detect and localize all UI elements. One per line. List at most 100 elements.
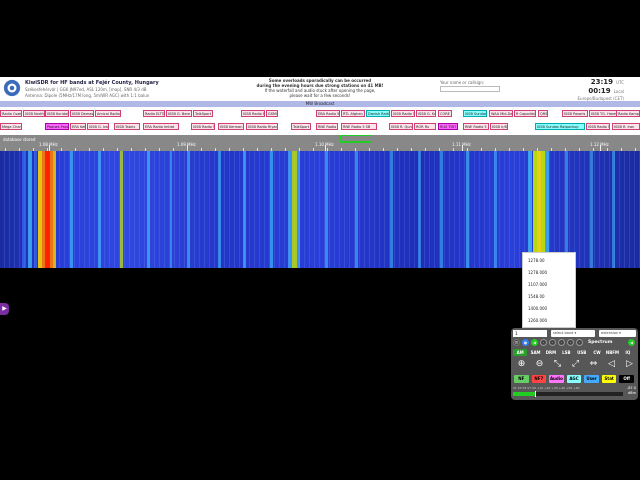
dx-label[interactable]: Danish Radio [366, 110, 390, 117]
dx-label[interactable]: ISSB R. Iran [612, 123, 640, 130]
freq-history-item[interactable]: 1278.00 [528, 258, 545, 263]
zoom-out-icon[interactable]: ⊖ [534, 359, 545, 370]
dx-label[interactable]: EBA Radio 5 [316, 110, 340, 117]
dx-label[interactable]: TalkSport [291, 123, 311, 130]
step-5-icon[interactable]: - [576, 339, 583, 346]
dx-label[interactable]: ISSB Radio 5 [191, 123, 215, 130]
page-left-icon[interactable]: ◁ [606, 359, 617, 370]
dx-label[interactable]: RNE Radio 5 SB [341, 123, 377, 130]
zoom-min-icon[interactable]: ⤢ [570, 359, 581, 370]
dx-label[interactable]: Radio Csaky [0, 110, 22, 117]
off-button[interactable]: Off [619, 375, 634, 383]
agc-button[interactable]: AGC [566, 375, 582, 383]
freq-history-item[interactable]: 1107.000 [528, 282, 547, 287]
dx-label[interactable]: ISSB Pasaris [562, 110, 588, 117]
dx-label[interactable]: RNE Radio 5 [463, 123, 489, 130]
page-right-icon[interactable]: ▷ [624, 359, 635, 370]
step-4-icon[interactable]: - [567, 339, 574, 346]
dx-label[interactable]: ERA Ket [70, 123, 86, 130]
dx-label[interactable]: ISSB G. Iran [87, 123, 109, 130]
mode-drm-button[interactable]: DRM [544, 349, 558, 356]
scale-tabs[interactable]: database stored [3, 137, 35, 142]
waterfall-signal [466, 151, 469, 268]
dx-label[interactable]: ISSB G. Kuwait [416, 110, 436, 117]
dx-label[interactable]: RTL Afghan [341, 110, 365, 117]
dx-label[interactable]: ISSB North [23, 110, 45, 117]
dx-label[interactable]: ISSB Ir/8 [490, 123, 508, 130]
dx-label[interactable]: Paques Paxos [45, 123, 69, 130]
play-icon: ▶ [2, 305, 7, 312]
zoom-band-icon[interactable]: ⇔ [588, 359, 599, 370]
mode-am-button[interactable]: AM [513, 349, 528, 356]
waterfall-signal [528, 151, 532, 268]
dx-label[interactable]: ISSB Radio 5 [391, 110, 415, 117]
step-down-icon[interactable]: ◀ [531, 339, 538, 346]
mode-iq-button[interactable]: IQ [621, 349, 635, 356]
waterfall-signal [612, 151, 615, 268]
dx-label-area: Radio Csaky ISSB North ISSB Kuridal ISSB De… [0, 107, 640, 135]
scale-freq-label: 1.12 MHz [590, 142, 609, 147]
dx-label[interactable]: Amical Radio [95, 110, 121, 117]
waterfall-signal [22, 151, 26, 268]
dx-label[interactable]: ISSB Radio Riyadh [246, 123, 278, 130]
step-2-icon[interactable]: - [549, 339, 556, 346]
mode-usb-button[interactable]: USB [575, 349, 589, 356]
step-3-icon[interactable]: - [558, 339, 565, 346]
band-select[interactable]: select band ▾ [551, 330, 595, 337]
stat-button[interactable]: Stat [601, 375, 617, 383]
speaker-icon[interactable]: ◀ [628, 339, 635, 346]
mode-nbfm-button[interactable]: NBFM [605, 349, 619, 356]
freq-history-item[interactable]: 1278.000 [528, 270, 547, 275]
dx-label[interactable]: ISSB TG. Hares [589, 110, 617, 117]
smeter-scale: S1 S3 S5 S7 S9 +10 +20 +30 +40 +50 +60 [513, 386, 580, 390]
dx-label[interactable]: WAA Mid-De [489, 110, 513, 117]
dx-label[interactable]: ISSB Radio N [241, 110, 265, 117]
dx-label[interactable]: ISSB G. Bere [166, 110, 192, 117]
control-panel: 1 select band ▾ extension ▾ ≡ ● ◀ - - - … [511, 328, 638, 400]
callsign-input[interactable] [440, 86, 500, 92]
kiwi-logo-icon[interactable] [3, 79, 21, 97]
dx-label[interactable]: ISSB Tabriz [114, 123, 140, 130]
mode-lsb-button[interactable]: LSB [559, 349, 573, 356]
dx-label[interactable]: ISSB Sundas Ratpackup [535, 123, 585, 130]
tune-icon[interactable]: ● [522, 339, 529, 346]
user-button[interactable]: User [584, 375, 599, 383]
dx-label[interactable]: ISSB Kerman [218, 123, 244, 130]
dx-label[interactable]: TalkSport [193, 110, 213, 117]
waterfall-display[interactable] [0, 151, 640, 268]
dx-label[interactable]: ISSB R. Quran [389, 123, 413, 130]
zoom-max-icon[interactable]: ⤡ [552, 359, 563, 370]
nf-button[interactable]: NF [514, 375, 529, 383]
dx-label[interactable]: R Capodistria [514, 110, 536, 117]
dx-label[interactable]: ROR Ru [414, 123, 436, 130]
nf7-button[interactable]: NF7 [531, 375, 547, 383]
freq-history-item[interactable]: 1260.000 [528, 318, 547, 323]
dx-label[interactable]: Radio Kamp [616, 110, 640, 117]
frequency-scale[interactable]: database stored 1.08 MHz 1.09 MHz 1.10 MHz… [0, 135, 640, 151]
audio-button[interactable]: Audio [549, 375, 564, 383]
side-panel-button[interactable]: ▶ [0, 303, 9, 315]
freq-history-item[interactable]: 1400.000 [528, 306, 547, 311]
mode-sam-button[interactable]: SAM [528, 349, 542, 356]
dx-label[interactable]: ISSB Kuridal [45, 110, 69, 117]
frequency-input[interactable]: 1 [513, 330, 547, 337]
dx-label[interactable]: Radio ELTTa [143, 110, 165, 117]
waterfall-signal [34, 151, 37, 268]
mode-cw-button[interactable]: CW [590, 349, 604, 356]
dx-label[interactable]: RUS TINT [438, 123, 458, 130]
step-1-icon[interactable]: - [540, 339, 547, 346]
freq-history-item[interactable]: 1548.00 [528, 294, 545, 299]
extension-select[interactable]: extension ▾ [599, 330, 636, 337]
dx-label[interactable]: ISSB Sundas [463, 110, 487, 117]
menu-icon[interactable]: ≡ [513, 339, 520, 346]
dx-label[interactable]: ERA Radio Imtiat [143, 123, 179, 130]
dx-label[interactable]: GSMO [266, 110, 278, 117]
dx-label[interactable]: ISSB Radio 5 [586, 123, 610, 130]
spectrum-button[interactable]: Spectrum [588, 339, 612, 346]
zoom-in-icon[interactable]: ⊕ [516, 359, 527, 370]
dx-label[interactable]: CORE [438, 110, 452, 117]
dx-label[interactable]: ISSB Demas [70, 110, 94, 117]
dx-label[interactable]: QRS [538, 110, 548, 117]
dx-label[interactable]: RNE Radio 5 [316, 123, 338, 130]
dx-label[interactable]: Mega Channel [0, 123, 22, 130]
